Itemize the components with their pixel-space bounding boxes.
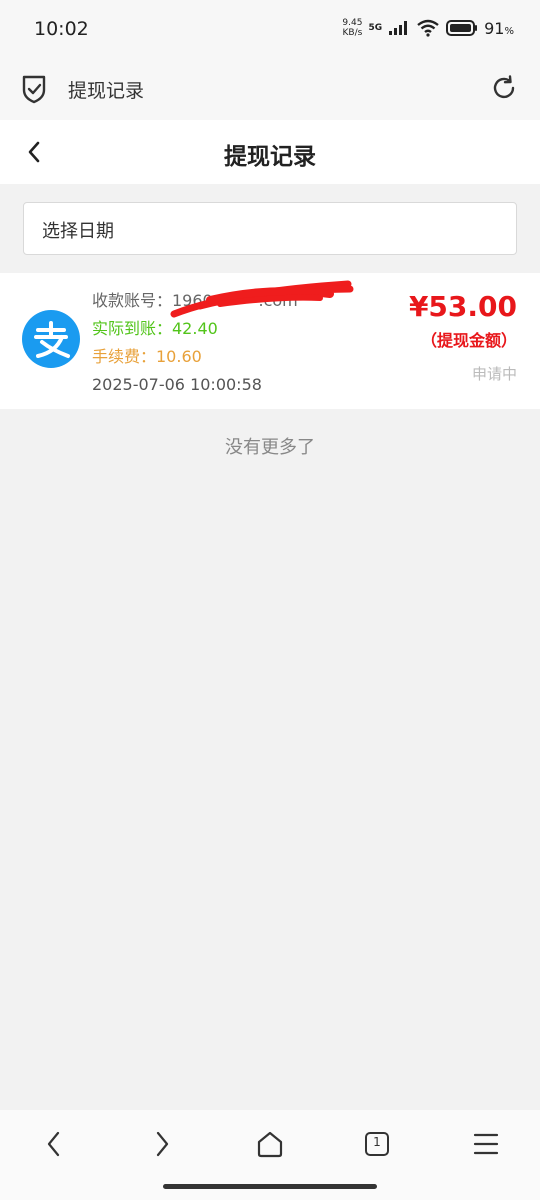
network-type: 5G: [368, 23, 383, 33]
status-indicators: 9.45 KB/s 5G 91%: [342, 18, 514, 38]
nav-home-button[interactable]: [252, 1128, 288, 1160]
wifi-icon: [417, 19, 439, 37]
tab-count: 1: [373, 1135, 381, 1149]
nav-forward-button[interactable]: [144, 1128, 180, 1160]
menu-icon: [473, 1133, 499, 1155]
date-picker[interactable]: 选择日期: [23, 202, 517, 255]
status-time: 10:02: [34, 18, 89, 40]
record-time: 2025-07-06 10:00:58: [92, 375, 262, 394]
nav-menu-button[interactable]: [468, 1128, 504, 1160]
record-account: 收款账号：1960·········.com: [92, 291, 298, 310]
nav-tabs-button[interactable]: 1: [359, 1128, 395, 1160]
record-fee: 手续费：10.60: [92, 347, 202, 366]
gesture-home-bar[interactable]: [163, 1184, 377, 1189]
page-title: 提现记录: [224, 144, 316, 170]
page-header: 提现记录: [0, 120, 540, 184]
signal-icon: [389, 21, 408, 35]
net-speed: 9.45 KB/s: [342, 18, 363, 38]
status-bar: 10:02 9.45 KB/s 5G 91%: [0, 0, 540, 60]
nav-back-button[interactable]: [36, 1128, 72, 1160]
alipay-icon: [22, 310, 80, 368]
shield-check-icon[interactable]: [20, 74, 48, 104]
record-actual-amount: 实际到账：42.40: [92, 319, 218, 338]
battery-percent: 91%: [484, 18, 514, 38]
back-icon: [47, 1131, 60, 1157]
forward-icon: [156, 1131, 169, 1157]
record-status: 申请中: [471, 365, 517, 383]
browser-page-title: 提现记录: [68, 80, 145, 102]
battery-icon: [446, 20, 478, 36]
withdrawal-record[interactable]: 收款账号：1960·········.com 实际到账：42.40 手续费：10…: [0, 273, 540, 409]
home-icon: [257, 1131, 283, 1158]
no-more-text: 没有更多了: [225, 437, 315, 458]
browser-top-bar: 提现记录: [0, 60, 540, 120]
refresh-icon[interactable]: [490, 74, 518, 102]
browser-bottom-nav: 1: [0, 1110, 540, 1200]
date-picker-label: 选择日期: [42, 221, 114, 242]
alipay-glyph: [34, 321, 70, 358]
record-amount-label: （提现金额）: [420, 331, 517, 350]
record-amount: ¥53.00: [408, 290, 517, 323]
